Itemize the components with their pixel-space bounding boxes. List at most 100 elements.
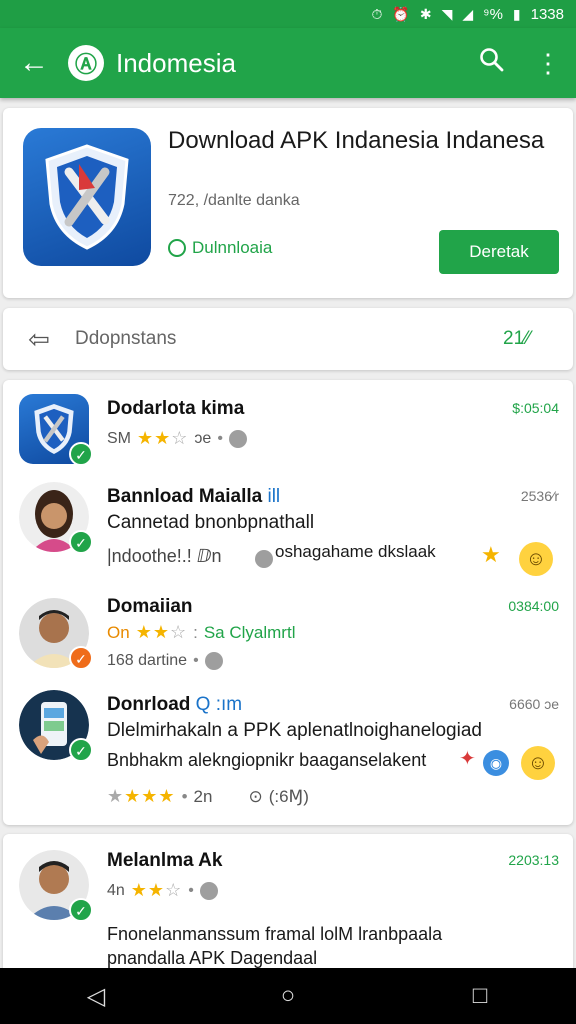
- item-time: 2536⁄r: [520, 488, 559, 504]
- status-ring-icon: [168, 239, 186, 257]
- nav-home-icon[interactable]: ○: [258, 982, 318, 1010]
- app-shield-icon: [23, 128, 151, 266]
- clock-icon: [255, 550, 273, 568]
- avatar: ✓: [19, 850, 93, 922]
- rating-stars: ★★☆: [131, 880, 182, 901]
- flag-emoji-icon: ✦: [459, 748, 476, 770]
- item-time: 2203:13: [508, 852, 559, 868]
- more-options-icon[interactable]: ⋮: [520, 48, 576, 79]
- app-bar-title: Indomesia: [116, 47, 236, 78]
- item-time: 6660 ɔe: [509, 696, 559, 712]
- verified-check-icon: ✓: [69, 530, 93, 554]
- nav-recents-icon[interactable]: □: [450, 982, 510, 1010]
- wifi-icon: ◥: [441, 5, 453, 22]
- meta-text-2: 168 dartine: [107, 652, 188, 669]
- stars-off: ☆: [169, 622, 188, 642]
- download-status: Dulnnloaia: [168, 238, 272, 258]
- download-status-text: Dulnnloaia: [192, 238, 273, 257]
- item-meta: SM ★★☆ ɔe •: [107, 428, 247, 449]
- system-nav-bar: ◁ ○ □: [0, 968, 576, 1024]
- comment-list-2: ✓ Melanlma Ak 2203:13 4n ★★☆ • Fnonelanm…: [3, 834, 573, 974]
- name-accent: Q :ım: [195, 694, 243, 715]
- item-text-line-2: pnandalla APK Dagendaal: [107, 948, 318, 968]
- item-time: 0384:00: [508, 598, 559, 614]
- item-meta: 4n ★★☆ •: [107, 880, 218, 901]
- clock-time: 1338: [530, 5, 564, 23]
- app-hero-card: Download APK Indanesia Indanesa 722, /da…: [3, 108, 573, 298]
- list-item[interactable]: ✓ Donrload Q :ım 6660 ɔe Dlelmirhakaln a…: [3, 686, 573, 816]
- battery-percent: ⁹%: [483, 5, 503, 23]
- avatar: ✓: [19, 690, 93, 762]
- item-meta: 168 dartine •: [107, 652, 223, 670]
- verified-check-icon: ✓: [69, 898, 93, 922]
- meta-text: On: [107, 622, 130, 642]
- list-item[interactable]: ✓ Bannload Maialla ill 2536⁄r Cannetad b…: [3, 480, 573, 590]
- downloads-row[interactable]: ⇦ Ddopnstans 21⁄⁄: [3, 308, 573, 370]
- battery-icon: ▮: [512, 5, 521, 22]
- verified-check-icon: ✓: [69, 738, 93, 762]
- downloads-count: 21⁄⁄: [503, 328, 531, 349]
- alarm-icon: ⏰: [392, 5, 410, 22]
- avatar: ✓: [19, 394, 93, 466]
- dot-separator: •: [217, 429, 223, 447]
- info-circle-icon: ⊙: [248, 786, 263, 806]
- rating-stars: ★★☆: [136, 622, 187, 643]
- search-icon[interactable]: [464, 47, 520, 80]
- name-text: Donrload: [107, 694, 191, 715]
- list-item[interactable]: ✓ Melanlma Ak 2203:13 4n ★★☆ • Fnonelanm…: [3, 844, 573, 974]
- app-bar: ← Ⓐ Indomesia ⋮: [0, 28, 576, 98]
- item-time: $:05:04: [512, 400, 559, 416]
- clock-icon: [228, 429, 247, 448]
- item-text-line: Cannetad bnonbpnathall: [107, 512, 315, 533]
- stars-off: ☆: [165, 880, 183, 900]
- item-text-line-3: oshagahame dkslaak: [275, 542, 436, 561]
- bluetooth-icon: ✱: [419, 5, 432, 22]
- dot-separator: •: [188, 881, 194, 899]
- item-text-line-2: |ndoothe!.! ⅅn: [107, 546, 222, 566]
- star-off-lead: ★: [107, 786, 125, 806]
- app-title: Download APK Indanesia Indanesa: [168, 127, 545, 154]
- comment-list: ✓ Dodarlota kima $:05:04 SM ★★☆ ɔe • ✓ B…: [3, 380, 573, 825]
- avatar: ✓: [19, 482, 93, 554]
- stars-on: ★★: [130, 880, 166, 900]
- notification-icon: ⏱: [371, 5, 383, 22]
- avatar: ✓: [19, 598, 93, 670]
- meta-text: SM: [107, 429, 131, 447]
- download-button[interactable]: Deretak: [439, 230, 559, 274]
- stars-on: ★★: [137, 428, 172, 448]
- meta-text-2: ɔe: [194, 429, 212, 447]
- pending-badge-icon: ✓: [69, 646, 93, 670]
- rating-stars: ★★★★: [107, 786, 176, 806]
- item-name: Dodarlota kima: [107, 398, 245, 419]
- item-text-line: Fnonelanmanssum framal lolM lranbpaala: [107, 924, 443, 944]
- back-arrow-icon[interactable]: ←: [0, 46, 68, 80]
- status-bar: ⏱ ⏰ ✱ ◥ ◢ ⁹% ▮ 1338: [0, 0, 576, 28]
- app-logo-icon: Ⓐ: [68, 45, 104, 81]
- item-rating-line: On ★★☆ : Sa Clyalmrtl: [107, 622, 295, 643]
- nav-back-icon[interactable]: ◁: [66, 982, 126, 1011]
- smile-emoji-icon: ☺: [521, 746, 555, 780]
- item-rating-line: ★★★★ • 2n ⊙ (:6Ɱ): [107, 786, 309, 807]
- list-item[interactable]: ✓ Domaiian 0384:00 On ★★☆ : Sa Clyalmrtl…: [3, 592, 573, 684]
- downloads-label: Ddopnstans: [75, 328, 177, 349]
- dot-separator: :: [193, 622, 198, 642]
- rating-info: (:6Ɱ): [268, 786, 309, 806]
- signal-icon: ◢: [462, 5, 474, 22]
- item-text-line: Dlelmirhakaln a PPK aplenatlnoighanelogi…: [107, 720, 482, 741]
- meta-text: 4n: [107, 881, 125, 899]
- stars-off: ☆: [171, 428, 189, 448]
- item-name: Domaiian: [107, 596, 193, 617]
- app-subtitle: 722, /danlte danka: [168, 192, 300, 209]
- star-emoji-icon: ★: [481, 542, 501, 567]
- verified-check-icon: ✓: [69, 442, 93, 466]
- rating-tail: 2n: [193, 786, 213, 806]
- clock-icon: [204, 652, 223, 670]
- smile-emoji-icon: ☺: [519, 542, 553, 576]
- name-text: Bannload Maialla: [107, 486, 263, 507]
- meta-text-b: Sa Clyalmrtl: [203, 622, 296, 642]
- item-text-line-2: Bnbhakm alekngiopnikr baaganselakent: [107, 750, 427, 770]
- dot-separator: •: [193, 652, 199, 669]
- list-item[interactable]: ✓ Dodarlota kima $:05:04 SM ★★☆ ɔe •: [3, 390, 573, 480]
- item-name: Bannload Maialla ill: [107, 486, 280, 508]
- name-accent: ill: [267, 486, 281, 507]
